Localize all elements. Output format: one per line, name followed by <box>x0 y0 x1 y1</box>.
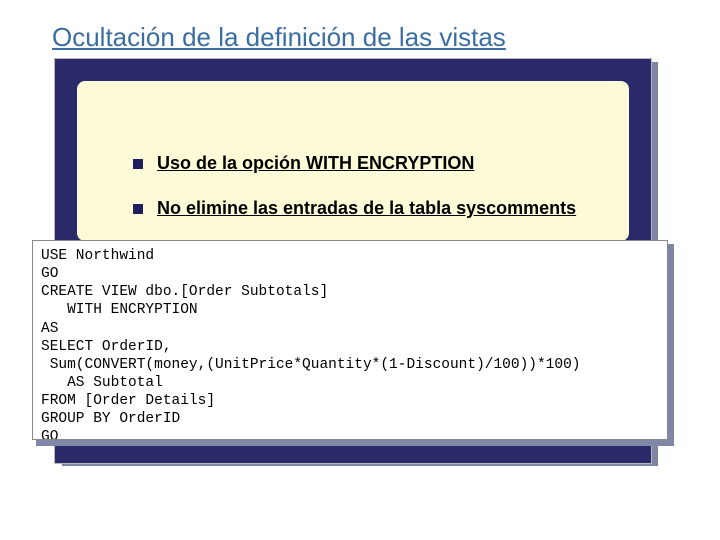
slide-title: Ocultación de la definición de las vista… <box>52 22 506 53</box>
bullet-text: Uso de la opción WITH ENCRYPTION <box>157 153 474 174</box>
bullet-list: Uso de la opción WITH ENCRYPTION No elim… <box>133 153 599 243</box>
square-bullet-icon <box>133 159 143 169</box>
highlight-box: Uso de la opción WITH ENCRYPTION No elim… <box>77 81 629 241</box>
list-item: No elimine las entradas de la tabla sysc… <box>133 198 599 219</box>
code-block: USE Northwind GO CREATE VIEW dbo.[Order … <box>32 240 668 440</box>
square-bullet-icon <box>133 204 143 214</box>
list-item: Uso de la opción WITH ENCRYPTION <box>133 153 599 174</box>
bullet-text: No elimine las entradas de la tabla sysc… <box>157 198 576 219</box>
